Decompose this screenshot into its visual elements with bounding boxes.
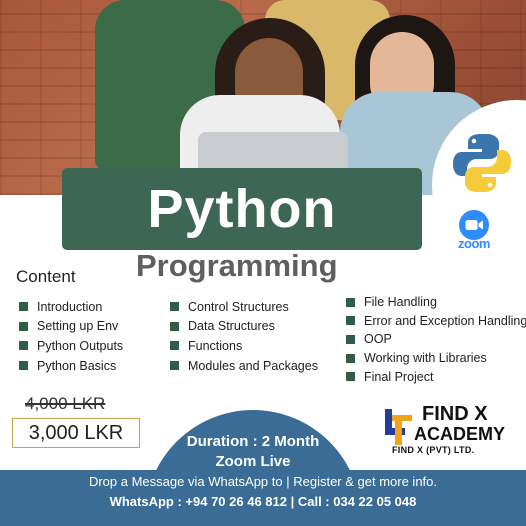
delivery-mode-text: Zoom Live bbox=[215, 453, 291, 470]
title-banner: Python bbox=[62, 168, 422, 250]
duration-text: Duration : 2 Month bbox=[186, 433, 320, 450]
topic-item: Control Structures bbox=[170, 297, 318, 317]
topic-item: File Handling bbox=[346, 293, 526, 312]
brand-name: FIND X bbox=[422, 403, 488, 425]
topic-label: Error and Exception Handling bbox=[364, 313, 526, 328]
python-logo-icon bbox=[453, 134, 511, 192]
old-price: 4,000 LKR bbox=[25, 394, 106, 413]
course-subtitle: Programming bbox=[136, 248, 338, 283]
topic-label: Working with Libraries bbox=[364, 351, 487, 366]
new-price: 3,000 LKR bbox=[12, 418, 140, 448]
find-x-logo-icon bbox=[385, 409, 412, 445]
course-title: Python bbox=[147, 179, 337, 239]
topic-label: Modules and Packages bbox=[188, 358, 318, 373]
brand-company: FIND X (PVT) LTD. bbox=[392, 445, 475, 455]
bullet-square-icon bbox=[170, 302, 179, 312]
academy-brand: FIND X ACADEMY FIND X (PVT) LTD. bbox=[380, 403, 520, 458]
bullet-square-icon bbox=[170, 341, 179, 351]
bullet-square-icon bbox=[19, 361, 28, 371]
topic-item: OOP bbox=[346, 330, 526, 349]
topic-item: Error and Exception Handling bbox=[346, 312, 526, 331]
bullet-square-icon bbox=[346, 353, 355, 363]
topic-item: Modules and Packages bbox=[170, 356, 318, 376]
topic-label: Introduction bbox=[37, 299, 103, 314]
bullet-square-icon bbox=[170, 361, 179, 371]
topic-item: Final Project bbox=[346, 367, 526, 386]
topic-label: Final Project bbox=[364, 369, 434, 384]
topic-label: Functions bbox=[188, 338, 243, 353]
topic-item: Python Basics bbox=[19, 356, 123, 376]
contact-message: Drop a Message via WhatsApp to | Registe… bbox=[88, 474, 438, 489]
contact-numbers: WhatsApp : +94 70 26 46 812 | Call : 034… bbox=[109, 494, 417, 509]
topic-item: Introduction bbox=[19, 297, 123, 317]
bullet-square-icon bbox=[19, 302, 28, 312]
content-heading: Content bbox=[16, 267, 76, 286]
topic-item: Functions bbox=[170, 336, 318, 356]
brand-academy: ACADEMY bbox=[414, 424, 506, 444]
bullet-square-icon bbox=[346, 297, 355, 307]
topic-label: OOP bbox=[364, 332, 392, 347]
topic-list-col1: Introduction Setting up Env Python Outpu… bbox=[19, 297, 123, 375]
topic-item: Data Structures bbox=[170, 317, 318, 337]
topic-label: Data Structures bbox=[188, 319, 275, 334]
bullet-square-icon bbox=[19, 321, 28, 331]
bullet-square-icon bbox=[170, 321, 179, 331]
topic-list-col3: File Handling Error and Exception Handli… bbox=[346, 293, 526, 386]
zoom-label: zoom bbox=[458, 236, 490, 251]
topic-label: Python Basics bbox=[37, 358, 117, 373]
topic-label: Setting up Env bbox=[37, 319, 119, 334]
course-poster: zoom Python Programming Content Introduc… bbox=[0, 0, 526, 526]
topic-item: Setting up Env bbox=[19, 317, 123, 337]
topic-item: Working with Libraries bbox=[346, 349, 526, 368]
topic-item: Python Outputs bbox=[19, 336, 123, 356]
topic-label: File Handling bbox=[364, 295, 437, 310]
bullet-square-icon bbox=[19, 341, 28, 351]
topic-label: Control Structures bbox=[188, 299, 289, 314]
bullet-square-icon bbox=[346, 316, 355, 326]
bullet-square-icon bbox=[346, 334, 355, 344]
bullet-square-icon bbox=[346, 372, 355, 382]
topic-label: Python Outputs bbox=[37, 338, 124, 353]
topic-list-col2: Control Structures Data Structures Funct… bbox=[170, 297, 318, 375]
